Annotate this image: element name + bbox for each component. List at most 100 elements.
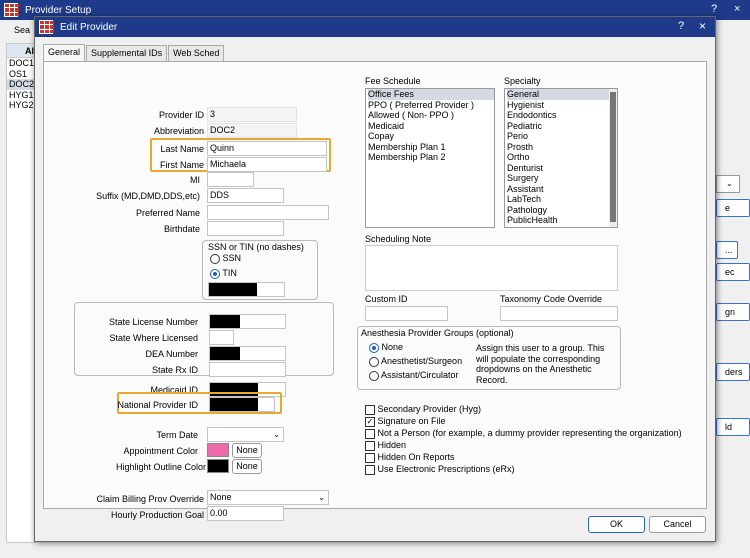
help-icon[interactable]: ?	[678, 20, 684, 32]
list-item[interactable]: Perio	[507, 131, 617, 142]
checkbox-label: Signature on File	[377, 416, 446, 426]
bg-button[interactable]: ec	[716, 263, 750, 281]
checkbox-signature-on-file[interactable]: ✓ Signature on File	[365, 416, 446, 427]
list-item[interactable]: DOC1	[7, 58, 35, 69]
ssn-radio[interactable]: SSN	[210, 253, 241, 264]
chevron-down-icon: ⌄	[726, 179, 733, 188]
birthdate-field[interactable]	[207, 221, 284, 236]
checkbox-use-erx[interactable]: Use Electronic Prescriptions (eRx)	[365, 464, 515, 475]
list-item[interactable]: Pediatric	[507, 121, 617, 132]
anesthesia-option-none[interactable]: None	[369, 342, 403, 353]
checkbox-hidden-on-reports[interactable]: Hidden On Reports	[365, 452, 455, 463]
list-item[interactable]: Ortho	[507, 152, 617, 163]
dea-number-label: DEA Number	[145, 349, 198, 359]
list-item[interactable]: Prosth	[507, 142, 617, 153]
provider-list[interactable]: Al DOC1 OS1 DOC2 HYG1 HYG2	[6, 43, 36, 543]
preferred-name-field[interactable]	[207, 205, 329, 220]
cancel-button[interactable]: Cancel	[649, 516, 706, 533]
checkbox-not-a-person[interactable]: Not a Person (for example, a dummy provi…	[365, 428, 682, 439]
suffix-field[interactable]: DDS	[207, 188, 284, 203]
list-item[interactable]: DOC2	[7, 79, 35, 90]
list-item[interactable]: Allowed ( Non- PPO )	[368, 110, 494, 121]
checkbox-icon	[365, 428, 375, 439]
list-item[interactable]: LabTech	[507, 194, 617, 205]
help-icon[interactable]: ?	[711, 3, 717, 15]
abbreviation-field[interactable]: DOC2	[207, 123, 297, 138]
list-item[interactable]: Assistant	[507, 184, 617, 195]
ok-button[interactable]: OK	[588, 516, 645, 533]
custom-id-label: Custom ID	[365, 294, 408, 304]
search-tab[interactable]: Sea	[14, 25, 36, 41]
npi-field[interactable]	[209, 397, 275, 412]
list-item[interactable]: Membership Plan 1	[368, 142, 494, 153]
tin-radio[interactable]: TIN	[210, 268, 237, 279]
fee-schedule-list[interactable]: Office Fees PPO ( Preferred Provider ) All…	[365, 88, 495, 228]
bg-button[interactable]: ...	[716, 241, 738, 259]
bg-button[interactable]: ld	[716, 418, 750, 436]
anesthesia-option-assistant[interactable]: Assistant/Circulator	[369, 370, 459, 381]
checkbox-secondary-provider[interactable]: Secondary Provider (Hyg)	[365, 404, 481, 415]
general-panel: Provider ID 3 Abbreviation DOC2 Last Nam…	[43, 61, 707, 521]
scheduling-note-field[interactable]	[365, 245, 618, 291]
list-item[interactable]: Denturist	[507, 163, 617, 174]
list-item[interactable]: PublicHealth	[507, 215, 617, 226]
list-item[interactable]: PPO ( Preferred Provider )	[368, 100, 494, 111]
taxonomy-field[interactable]	[500, 306, 618, 321]
list-item[interactable]: Copay	[368, 131, 494, 142]
state-license-field[interactable]	[209, 314, 286, 329]
list-item[interactable]: Pathology	[507, 205, 617, 216]
list-item[interactable]: Office Fees	[368, 89, 494, 100]
list-header: Al	[7, 44, 35, 58]
first-name-field[interactable]: Michaela	[207, 157, 327, 172]
checkbox-icon	[365, 452, 375, 463]
bg-button[interactable]: gn	[716, 303, 750, 321]
term-date-dropdown[interactable]: ⌄	[207, 427, 284, 442]
claim-billing-label: Claim Billing Prov Override	[96, 494, 204, 504]
list-item[interactable]: HYG1	[7, 90, 35, 101]
bg-button[interactable]: ders	[716, 363, 750, 381]
tab-supplemental-ids[interactable]: Supplemental IDs	[86, 45, 168, 61]
mi-field[interactable]	[207, 172, 254, 187]
state-license-label: State License Number	[108, 317, 198, 327]
scrollbar-thumb[interactable]	[610, 92, 616, 222]
anesthesia-option-surgeon[interactable]: Anesthetist/Surgeon	[369, 356, 462, 367]
list-item[interactable]: General	[507, 89, 617, 100]
redaction-block	[210, 347, 240, 360]
list-item[interactable]: Membership Plan 2	[368, 152, 494, 163]
hourly-goal-field[interactable]: 0.00	[207, 506, 284, 521]
claim-billing-dropdown[interactable]: None ⌄	[207, 490, 329, 505]
taxonomy-label: Taxonomy Code Override	[500, 294, 603, 304]
specialty-list[interactable]: General Hygienist Endodontics Pediatric Peri…	[504, 88, 618, 228]
last-name-field[interactable]: Quinn	[207, 141, 327, 156]
tab-web-sched[interactable]: Web Sched	[168, 45, 225, 61]
list-item[interactable]: Endodontics	[507, 110, 617, 121]
anesthesia-option-label: None	[381, 342, 404, 352]
specialty-scrollbar[interactable]	[609, 89, 617, 227]
state-rx-field[interactable]	[209, 362, 286, 377]
list-item[interactable]: HYG2	[7, 100, 35, 111]
checkbox-hidden[interactable]: Hidden	[365, 440, 406, 451]
list-item[interactable]: Medicaid	[368, 121, 494, 132]
highlight-color-swatch[interactable]	[207, 459, 229, 473]
appointment-color-swatch[interactable]	[207, 443, 229, 457]
custom-id-field[interactable]	[365, 306, 448, 321]
chevron-down-icon: ⌄	[273, 430, 280, 439]
highlight-color-none-button[interactable]: None	[232, 459, 262, 474]
redaction-block	[210, 398, 258, 411]
list-item[interactable]: Hygienist	[507, 100, 617, 111]
appointment-color-none-button[interactable]: None	[232, 443, 262, 458]
list-item[interactable]: Surgery	[507, 173, 617, 184]
tab-general[interactable]: General	[43, 44, 86, 61]
anesthesia-option-label: Anesthetist/Surgeon	[381, 356, 463, 366]
specialty-label: Specialty	[504, 76, 541, 86]
bg-combo[interactable]: ⌄	[716, 175, 740, 193]
dea-number-field[interactable]	[209, 346, 286, 361]
ssn-tin-field[interactable]	[208, 282, 285, 297]
state-where-licensed-field[interactable]	[209, 330, 234, 345]
last-name-label: Last Name	[160, 144, 204, 154]
close-icon[interactable]: ×	[699, 19, 706, 33]
term-date-label: Term Date	[156, 430, 198, 440]
list-item[interactable]: OS1	[7, 69, 35, 80]
bg-button[interactable]: e	[716, 199, 750, 217]
close-icon[interactable]: ×	[734, 3, 740, 15]
